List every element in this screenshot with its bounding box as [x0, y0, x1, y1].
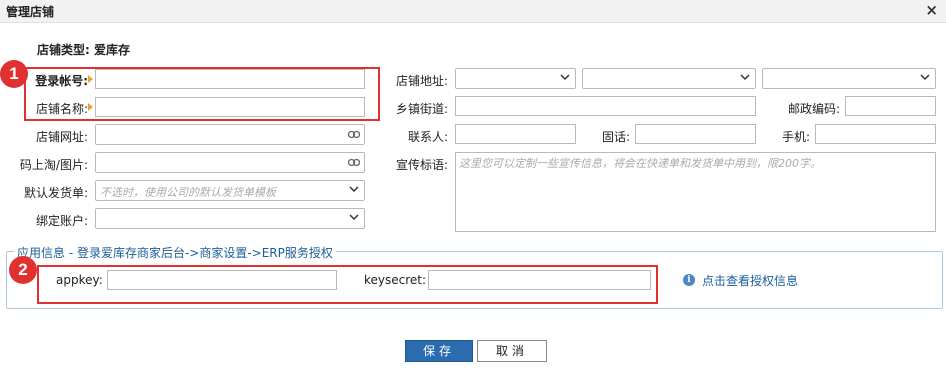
mobile-input[interactable]	[815, 124, 936, 144]
province-select[interactable]	[455, 68, 576, 89]
link-icon	[348, 158, 360, 167]
highlight-box-1	[24, 67, 380, 121]
slogan-textarea[interactable]: 这里您可以定制一些宣传信息，将会在快递单和发货单中用到，限200字。	[455, 152, 936, 232]
save-button[interactable]: 保存	[405, 340, 473, 362]
cancel-button[interactable]: 取消	[477, 340, 547, 362]
mobile-label: 手机:	[782, 130, 811, 144]
qr-image-label: 码上淘/图片:	[19, 158, 88, 172]
dialog-titlebar: 管理店铺 ×	[0, 0, 946, 23]
street-label: 乡镇街道:	[395, 102, 448, 116]
default-invoice-select[interactable]: 不选时，使用公司的默认发货单模板	[95, 180, 365, 201]
dialog-title: 管理店铺	[6, 5, 55, 19]
annotation-badge-1: 1	[0, 60, 28, 88]
store-url-label: 店铺网址:	[35, 130, 88, 144]
store-type-label: 店铺类型:	[37, 43, 90, 57]
street-input[interactable]	[455, 96, 756, 116]
chevron-down-icon	[740, 74, 750, 81]
close-icon[interactable]: ×	[925, 1, 938, 19]
contact-input[interactable]	[455, 124, 576, 144]
annotation-badge-2: 2	[9, 256, 37, 284]
slogan-label: 宣传标语:	[395, 158, 448, 172]
chevron-down-icon	[560, 74, 570, 81]
link-icon	[348, 130, 360, 139]
bind-account-label: 绑定账户:	[35, 214, 88, 228]
chevron-down-icon	[349, 186, 359, 193]
city-select[interactable]	[582, 68, 756, 89]
highlight-box-2	[37, 265, 658, 304]
app-info-legend: 应用信息 - 登录爱库存商家后台->商家设置->ERP服务授权	[14, 244, 336, 261]
bind-account-select[interactable]	[95, 208, 365, 229]
postcode-label: 邮政编码:	[788, 102, 841, 116]
default-invoice-label: 默认发货单:	[23, 186, 88, 200]
store-type-value: 爱库存	[94, 43, 131, 57]
info-icon: i	[683, 274, 695, 286]
chevron-down-icon	[920, 74, 930, 81]
phone-label: 固话:	[602, 130, 631, 144]
postcode-input[interactable]	[845, 96, 936, 116]
district-select[interactable]	[762, 68, 936, 89]
default-invoice-placeholder: 不选时，使用公司的默认发货单模板	[100, 186, 276, 199]
store-address-label: 店铺地址:	[395, 74, 448, 88]
contact-label: 联系人:	[407, 130, 448, 144]
phone-input[interactable]	[635, 124, 756, 144]
chevron-down-icon	[349, 214, 359, 221]
store-url-input[interactable]	[95, 124, 365, 145]
view-auth-info-link[interactable]: 点击查看授权信息	[702, 272, 798, 289]
qr-image-input[interactable]	[95, 152, 365, 173]
